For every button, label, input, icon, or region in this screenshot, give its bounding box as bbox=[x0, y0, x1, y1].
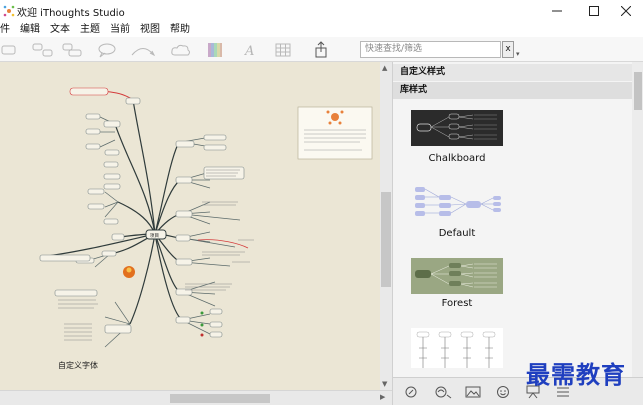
title-bar: 欢迎 iThoughts Studio bbox=[0, 0, 643, 22]
tab-image[interactable] bbox=[463, 383, 483, 401]
menu-topic[interactable]: 主题 bbox=[75, 22, 105, 37]
style-name-chalkboard: Chalkboard bbox=[428, 153, 486, 164]
app-window: 欢迎 iThoughts Studio 件 编辑 文本 主题 当前 视图 帮助 bbox=[0, 0, 643, 405]
callout-button[interactable] bbox=[96, 40, 118, 59]
marker-dot bbox=[200, 323, 204, 327]
format-brush-icon bbox=[405, 386, 417, 398]
custom-styles-header[interactable]: 自定义样式 bbox=[393, 64, 633, 81]
menu-text[interactable]: 文本 bbox=[45, 22, 75, 37]
style-chalkboard[interactable]: Chalkboard bbox=[401, 110, 626, 168]
search-input[interactable]: 快速查找/筛选 bbox=[360, 41, 501, 58]
toolbar: A 快速查找/筛选 x ▾ bbox=[0, 37, 643, 62]
cloud-icon bbox=[171, 44, 190, 55]
tab-style[interactable] bbox=[433, 383, 453, 401]
font-button[interactable]: A bbox=[242, 40, 258, 59]
partial-style-thumbnail bbox=[411, 328, 503, 368]
close-icon bbox=[621, 6, 631, 16]
menu-file[interactable]: 件 bbox=[0, 22, 15, 37]
add-child-button[interactable] bbox=[32, 40, 54, 59]
callout-logo-icon bbox=[331, 113, 339, 121]
menu-current[interactable]: 当前 bbox=[105, 22, 135, 37]
mindmap-graphic: 自定义字体 项目 bbox=[39, 87, 373, 370]
menu-view[interactable]: 视图 bbox=[135, 22, 165, 37]
menu-edit[interactable]: 编辑 bbox=[15, 22, 45, 37]
canvas-vscroll-thumb[interactable] bbox=[381, 192, 391, 287]
share-icon bbox=[315, 40, 327, 57]
watermark-text: 最需教育 bbox=[526, 360, 626, 389]
style-swirl-icon bbox=[435, 386, 452, 399]
style-default[interactable]: Default bbox=[401, 184, 626, 242]
maximize-button[interactable] bbox=[577, 0, 611, 22]
smiley-face-icon bbox=[497, 386, 509, 398]
tab-format[interactable] bbox=[401, 383, 421, 401]
canvas-vertical-scrollbar[interactable]: ▲ ▼ bbox=[380, 62, 392, 390]
marker-dot bbox=[200, 311, 204, 315]
search-options-chevron-icon[interactable]: ▾ bbox=[516, 50, 520, 58]
topic-shape-icon bbox=[1, 45, 16, 54]
close-button[interactable] bbox=[609, 0, 643, 22]
table-grid-icon bbox=[275, 43, 291, 56]
style-name-default: Default bbox=[438, 228, 476, 239]
library-styles-header[interactable]: 库样式 bbox=[393, 82, 633, 99]
style-name-forest: Forest bbox=[441, 298, 473, 309]
color-palette-icon bbox=[208, 42, 222, 57]
style-forest[interactable]: Forest bbox=[401, 258, 626, 312]
minimize-button[interactable] bbox=[540, 0, 574, 22]
style-panel-scrollbar[interactable] bbox=[632, 62, 643, 377]
default-thumbnail bbox=[415, 187, 501, 216]
topic-nodes bbox=[39, 87, 245, 338]
center-topic-label: 项目 bbox=[150, 233, 159, 239]
marker-dot bbox=[200, 333, 204, 337]
scroll-right-arrow-icon[interactable]: ▶ bbox=[380, 393, 385, 401]
custom-font-label: 自定义字体 bbox=[58, 360, 98, 370]
scroll-down-arrow-icon[interactable]: ▼ bbox=[382, 380, 387, 388]
window-title: 欢迎 iThoughts Studio bbox=[17, 8, 125, 19]
maximize-icon bbox=[589, 6, 599, 16]
menu-bar: 件 编辑 文本 主题 当前 视图 帮助 bbox=[0, 22, 643, 37]
mindmap-canvas[interactable]: 自定义字体 项目 bbox=[0, 62, 380, 390]
child-topic-icon bbox=[32, 43, 53, 56]
relationship-button[interactable] bbox=[130, 40, 156, 59]
chalkboard-thumbnail bbox=[411, 110, 503, 146]
minimize-icon bbox=[552, 10, 562, 12]
ithoughts-app-icon bbox=[3, 5, 15, 17]
svg-text:A: A bbox=[244, 44, 254, 58]
forest-thumbnail bbox=[411, 258, 503, 294]
add-topic-button[interactable] bbox=[0, 40, 18, 59]
orange-icon-highlight bbox=[126, 267, 132, 273]
image-icon bbox=[465, 386, 481, 398]
canvas-hscroll-thumb[interactable] bbox=[170, 394, 270, 403]
table-button[interactable] bbox=[274, 40, 292, 59]
menu-help[interactable]: 帮助 bbox=[165, 22, 195, 37]
canvas-horizontal-scrollbar[interactable]: ▶ bbox=[0, 390, 392, 405]
cloud-button[interactable] bbox=[170, 40, 192, 59]
speech-bubble-icon bbox=[98, 43, 116, 57]
red-relationship-line-2 bbox=[197, 239, 249, 249]
color-palette-button[interactable] bbox=[206, 40, 224, 59]
search-clear-button[interactable]: x bbox=[502, 41, 514, 58]
share-button[interactable] bbox=[312, 40, 330, 59]
relationship-arrow-icon bbox=[131, 47, 156, 56]
style-panel: 自定义样式 库样式 Chalkboard Default Forest bbox=[392, 62, 643, 405]
tab-emoji[interactable] bbox=[493, 383, 513, 401]
font-letter-icon: A bbox=[244, 44, 254, 58]
sibling-topic-icon bbox=[62, 43, 82, 56]
style-panel-scroll-thumb[interactable] bbox=[634, 72, 642, 110]
scroll-up-arrow-icon[interactable]: ▲ bbox=[382, 64, 387, 72]
add-sibling-button[interactable] bbox=[62, 40, 84, 59]
